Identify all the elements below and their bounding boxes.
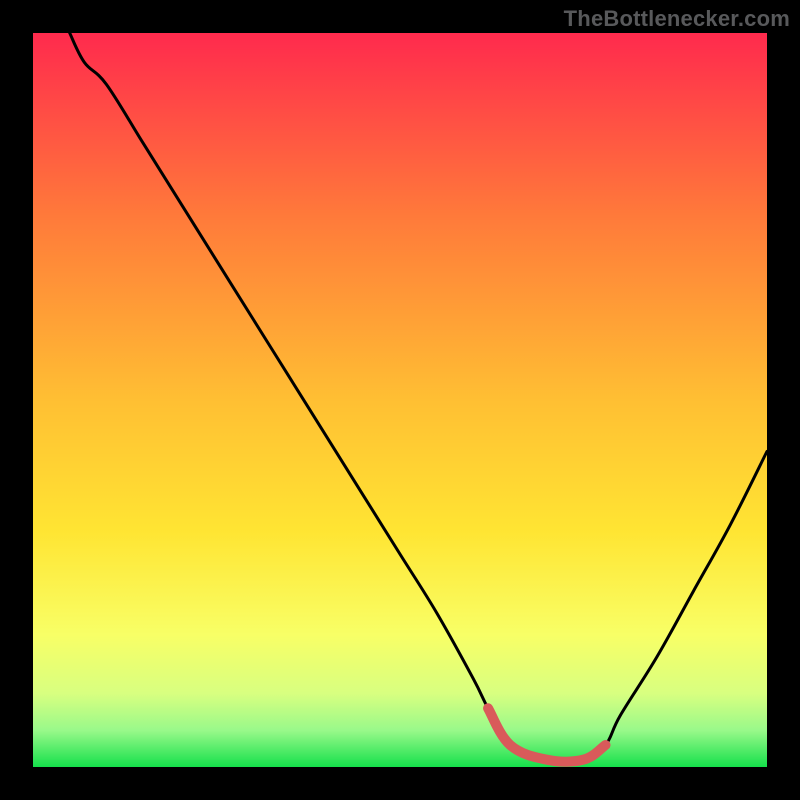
watermark-text: TheBottlenecker.com xyxy=(564,6,790,32)
bottleneck-chart xyxy=(0,0,800,800)
chart-container: TheBottlenecker.com xyxy=(0,0,800,800)
